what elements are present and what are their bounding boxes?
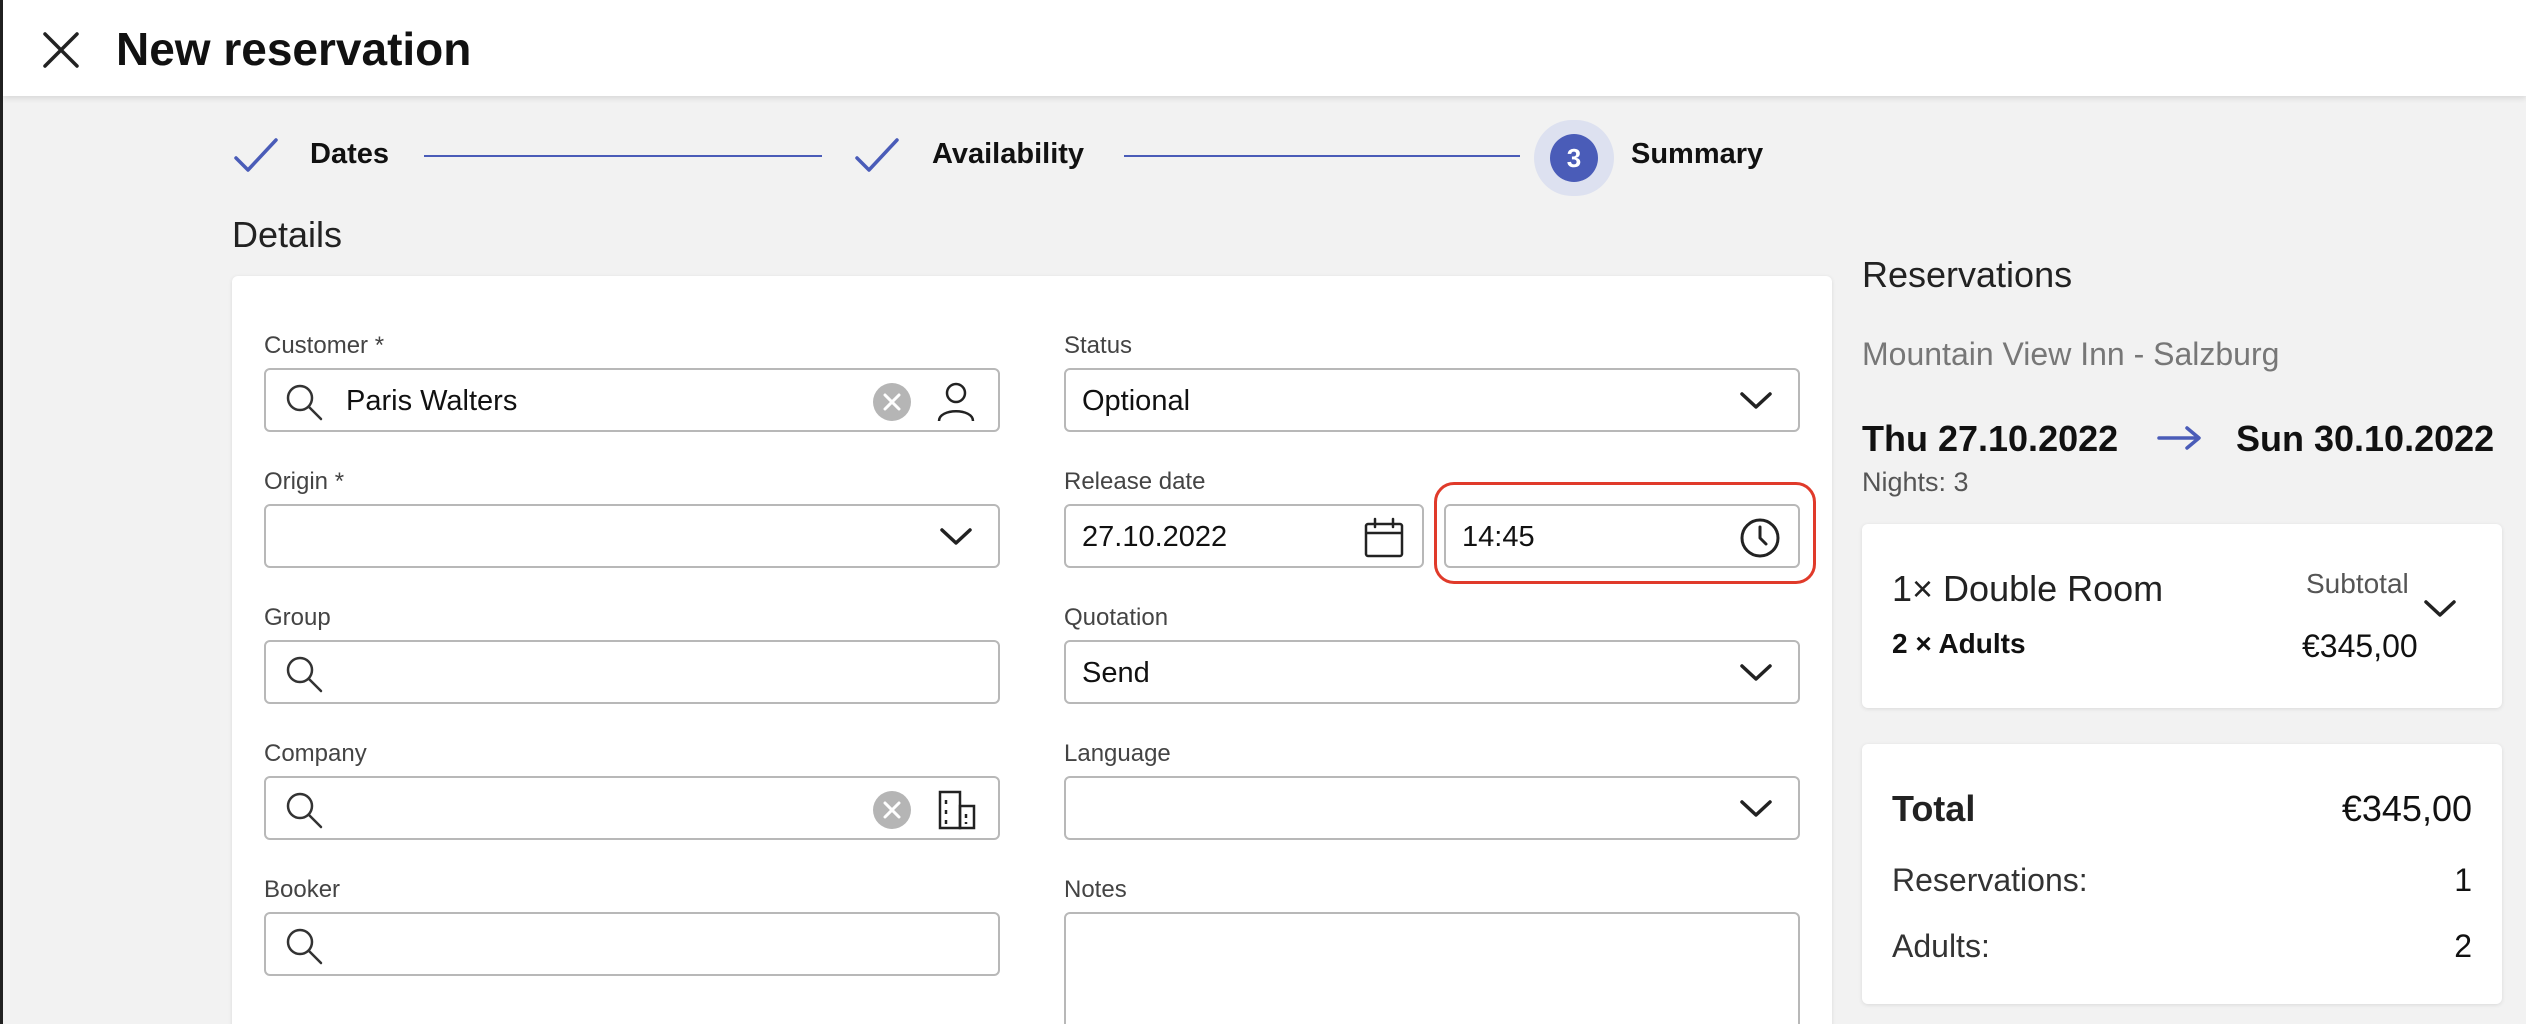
clear-icon[interactable] bbox=[872, 382, 912, 422]
hotel-name: Mountain View Inn - Salzburg bbox=[1862, 336, 2280, 372]
booker-field[interactable] bbox=[264, 912, 1000, 976]
close-icon[interactable] bbox=[39, 28, 83, 72]
chevron-down-icon bbox=[1740, 664, 1772, 681]
notes-label: Notes bbox=[1064, 876, 1127, 903]
customer-value: Paris Walters bbox=[346, 385, 518, 417]
step-number-badge: 3 bbox=[1550, 134, 1598, 182]
chevron-down-icon bbox=[1740, 392, 1772, 409]
adults-count-label: Adults: bbox=[1892, 928, 1990, 964]
subtotal-label: Subtotal bbox=[2306, 568, 2409, 599]
reservations-count-value: 1 bbox=[2454, 862, 2472, 898]
nights-count: Nights: 3 bbox=[1862, 467, 1969, 497]
clear-icon[interactable] bbox=[872, 790, 912, 830]
room-guests: 2 × Adults bbox=[1892, 628, 2026, 659]
arrival-date: Thu 27.10.2022 bbox=[1862, 418, 2119, 459]
company-label: Company bbox=[264, 740, 367, 767]
quotation-select[interactable]: Send bbox=[1064, 640, 1800, 704]
company-field[interactable] bbox=[264, 776, 1000, 840]
step-dates[interactable]: Dates bbox=[310, 138, 389, 171]
check-icon bbox=[234, 138, 278, 172]
details-card: Customer * Paris Walters Status Optional… bbox=[232, 276, 1832, 1024]
chevron-down-icon bbox=[940, 528, 972, 545]
origin-label: Origin * bbox=[264, 468, 345, 495]
group-label: Group bbox=[264, 604, 331, 631]
language-select[interactable] bbox=[1064, 776, 1800, 840]
room-card[interactable]: 1× Double Room Subtotal 2 × Adults €345,… bbox=[1862, 524, 2502, 708]
adults-count-value: 2 bbox=[2454, 928, 2472, 964]
quotation-value: Send bbox=[1082, 657, 1150, 689]
release-date-value: 27.10.2022 bbox=[1082, 521, 1228, 553]
search-icon bbox=[286, 384, 323, 421]
status-label: Status bbox=[1064, 332, 1133, 359]
page-title: New reservation bbox=[116, 23, 472, 75]
search-icon bbox=[286, 656, 323, 693]
customer-field[interactable]: Paris Walters bbox=[264, 368, 1000, 432]
status-select[interactable]: Optional bbox=[1064, 368, 1800, 432]
customer-label: Customer * bbox=[264, 332, 385, 359]
notes-textarea[interactable] bbox=[1064, 912, 1800, 1024]
stepper: Dates Availability 3 Summary bbox=[0, 120, 2526, 196]
chevron-down-icon bbox=[1740, 800, 1772, 817]
reservations-count-label: Reservations: bbox=[1892, 862, 2088, 898]
booker-label: Booker bbox=[264, 876, 341, 903]
total-value: €345,00 bbox=[2341, 788, 2472, 829]
origin-select[interactable] bbox=[264, 504, 1000, 568]
search-icon bbox=[286, 928, 323, 965]
step-connector bbox=[1124, 155, 1520, 157]
step-summary[interactable]: Summary bbox=[1631, 138, 1763, 171]
calendar-icon[interactable] bbox=[1362, 516, 1406, 560]
total-label: Total bbox=[1892, 788, 1976, 829]
chevron-down-icon[interactable] bbox=[2422, 596, 2458, 620]
quotation-label: Quotation bbox=[1064, 604, 1169, 631]
step-availability[interactable]: Availability bbox=[932, 138, 1084, 171]
departure-date: Sun 30.10.2022 bbox=[2236, 418, 2495, 459]
details-title: Details bbox=[232, 214, 343, 255]
building-icon[interactable] bbox=[934, 788, 978, 832]
time-field-highlight bbox=[1434, 482, 1816, 584]
step-connector bbox=[424, 155, 822, 157]
arrow-right-icon bbox=[2157, 426, 2201, 450]
header: New reservation bbox=[3, 0, 2526, 96]
totals-card: Total €345,00 Reservations: 1 Adults: 2 bbox=[1862, 744, 2502, 1004]
person-icon[interactable] bbox=[934, 380, 978, 424]
check-icon bbox=[855, 138, 899, 172]
language-label: Language bbox=[1064, 740, 1171, 767]
release-date-label: Release date bbox=[1064, 468, 1206, 495]
room-name: 1× Double Room bbox=[1892, 568, 2164, 609]
status-value: Optional bbox=[1082, 385, 1191, 417]
search-icon bbox=[286, 792, 323, 829]
release-date-field[interactable]: 27.10.2022 bbox=[1064, 504, 1424, 568]
reservations-title: Reservations bbox=[1862, 254, 2073, 295]
room-price: €345,00 bbox=[2302, 628, 2418, 664]
group-field[interactable] bbox=[264, 640, 1000, 704]
